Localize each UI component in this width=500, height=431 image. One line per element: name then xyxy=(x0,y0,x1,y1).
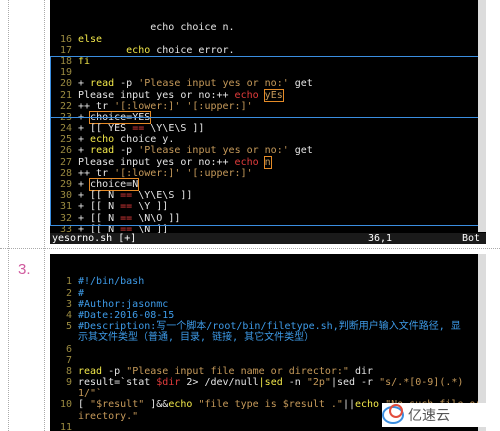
code-token: "s/.*[0-9](.*) /\ xyxy=(379,377,464,389)
status-scroll: Bot xyxy=(462,232,481,244)
watermark: 亿速云 xyxy=(382,403,492,427)
code-token: "Please input file name or director:" xyxy=(126,365,349,377)
line-number: 9 xyxy=(65,377,72,389)
code-token: 1/"` xyxy=(78,388,103,400)
code-token: #!/bin/bash xyxy=(78,276,145,288)
line-number: 6 xyxy=(65,343,72,355)
code-token: #Author:jasonmc xyxy=(78,298,169,310)
line-number: 10 xyxy=(59,399,72,411)
code-line: 1/"` xyxy=(50,388,486,399)
status-position: 36,1 xyxy=(368,232,393,244)
code-line: 2 # xyxy=(50,288,486,299)
code-token: ]&& xyxy=(144,399,169,411)
code-token: read xyxy=(78,365,103,377)
code-token: |sed xyxy=(258,377,283,389)
code-token: irectory." xyxy=(78,410,139,422)
code-token: -p xyxy=(102,365,127,377)
code-line: 17 echo choice error. xyxy=(50,45,486,56)
code-line: 7 xyxy=(50,355,486,366)
vim-status-bar: yesorno.sh [+] 36,1 Bot xyxy=(50,232,486,244)
code-token: 2> /dev/null xyxy=(180,377,259,389)
code-line: 5 #Description:写一个脚本/root/bin/filetype.sh… xyxy=(50,321,486,332)
code-token: result=`stat xyxy=(78,377,157,389)
code-token: echo xyxy=(168,399,193,411)
line-number: 4 xyxy=(65,309,72,321)
yisu-logo-icon xyxy=(382,404,404,424)
line-number: 5 xyxy=(65,321,72,333)
code-token: |sed -r xyxy=(330,377,380,389)
left-border-line xyxy=(8,0,9,431)
code-token: # xyxy=(78,287,85,299)
code-line: echo choice n. xyxy=(50,22,486,33)
line-number: 3 xyxy=(65,298,72,310)
terminal-screenshot-1: echo choice n. 16 else 17 echo choice error… xyxy=(50,0,486,244)
code-token: echo xyxy=(78,44,151,56)
line-number: 8 xyxy=(65,365,72,377)
code-token: echo xyxy=(355,399,380,411)
code-token: #Date:2016-08-15 xyxy=(78,309,175,321)
status-filename: yesorno.sh [+] xyxy=(52,232,137,244)
code-line: 8 read -p "Please input file name or dire… xyxy=(50,366,486,377)
highlight-block-no xyxy=(50,117,484,226)
code-token: || xyxy=(342,399,355,411)
scrollbar-1[interactable] xyxy=(478,0,486,232)
code-line: 4 #Date:2016-08-15 xyxy=(50,310,486,321)
code-line: 6 xyxy=(50,344,486,355)
code-line: 3 #Author:jasonmc xyxy=(50,299,486,310)
code-token: -n xyxy=(282,377,307,389)
watermark-text: 亿速云 xyxy=(408,408,450,424)
code-token: dir xyxy=(348,365,374,377)
code-token: "$result" xyxy=(90,399,145,411)
code-line: 9 result=`stat $dir 2> /dev/null|sed -n "… xyxy=(50,377,486,388)
code-token: [ xyxy=(78,399,91,411)
step-number: 3. xyxy=(18,261,31,278)
line-number: 17 xyxy=(59,44,72,56)
line-number: 7 xyxy=(65,354,72,366)
code-token: choice error. xyxy=(150,44,235,56)
code-token: "file type is $result ." xyxy=(198,399,343,411)
code-token: 示其文件类型（普通, 目录, 链接, 其它文件类型） xyxy=(78,332,315,344)
line-number: 16 xyxy=(59,33,72,45)
code-line: 16 else xyxy=(50,34,486,45)
row-divider-line xyxy=(0,248,500,249)
code-token: $dir xyxy=(156,377,181,389)
line-number: 11 xyxy=(59,421,72,431)
code-token: "2p" xyxy=(306,377,331,389)
line-number: 1 xyxy=(65,276,72,288)
code-token: echo choice n. xyxy=(78,22,235,34)
highlight-block-yes xyxy=(50,56,484,118)
code-token: else xyxy=(78,33,103,45)
column-divider-line xyxy=(44,0,45,431)
code-token: #Description:写一个脚本/root/bin/filetype.sh,… xyxy=(78,321,461,333)
page-frame: 3. echo choice n. 16 else 17 echo choice er… xyxy=(0,0,500,431)
code-line: 1 #!/bin/bash xyxy=(50,276,486,287)
line-number: 2 xyxy=(65,287,72,299)
code-line: 示其文件类型（普通, 目录, 链接, 其它文件类型） xyxy=(50,332,486,343)
